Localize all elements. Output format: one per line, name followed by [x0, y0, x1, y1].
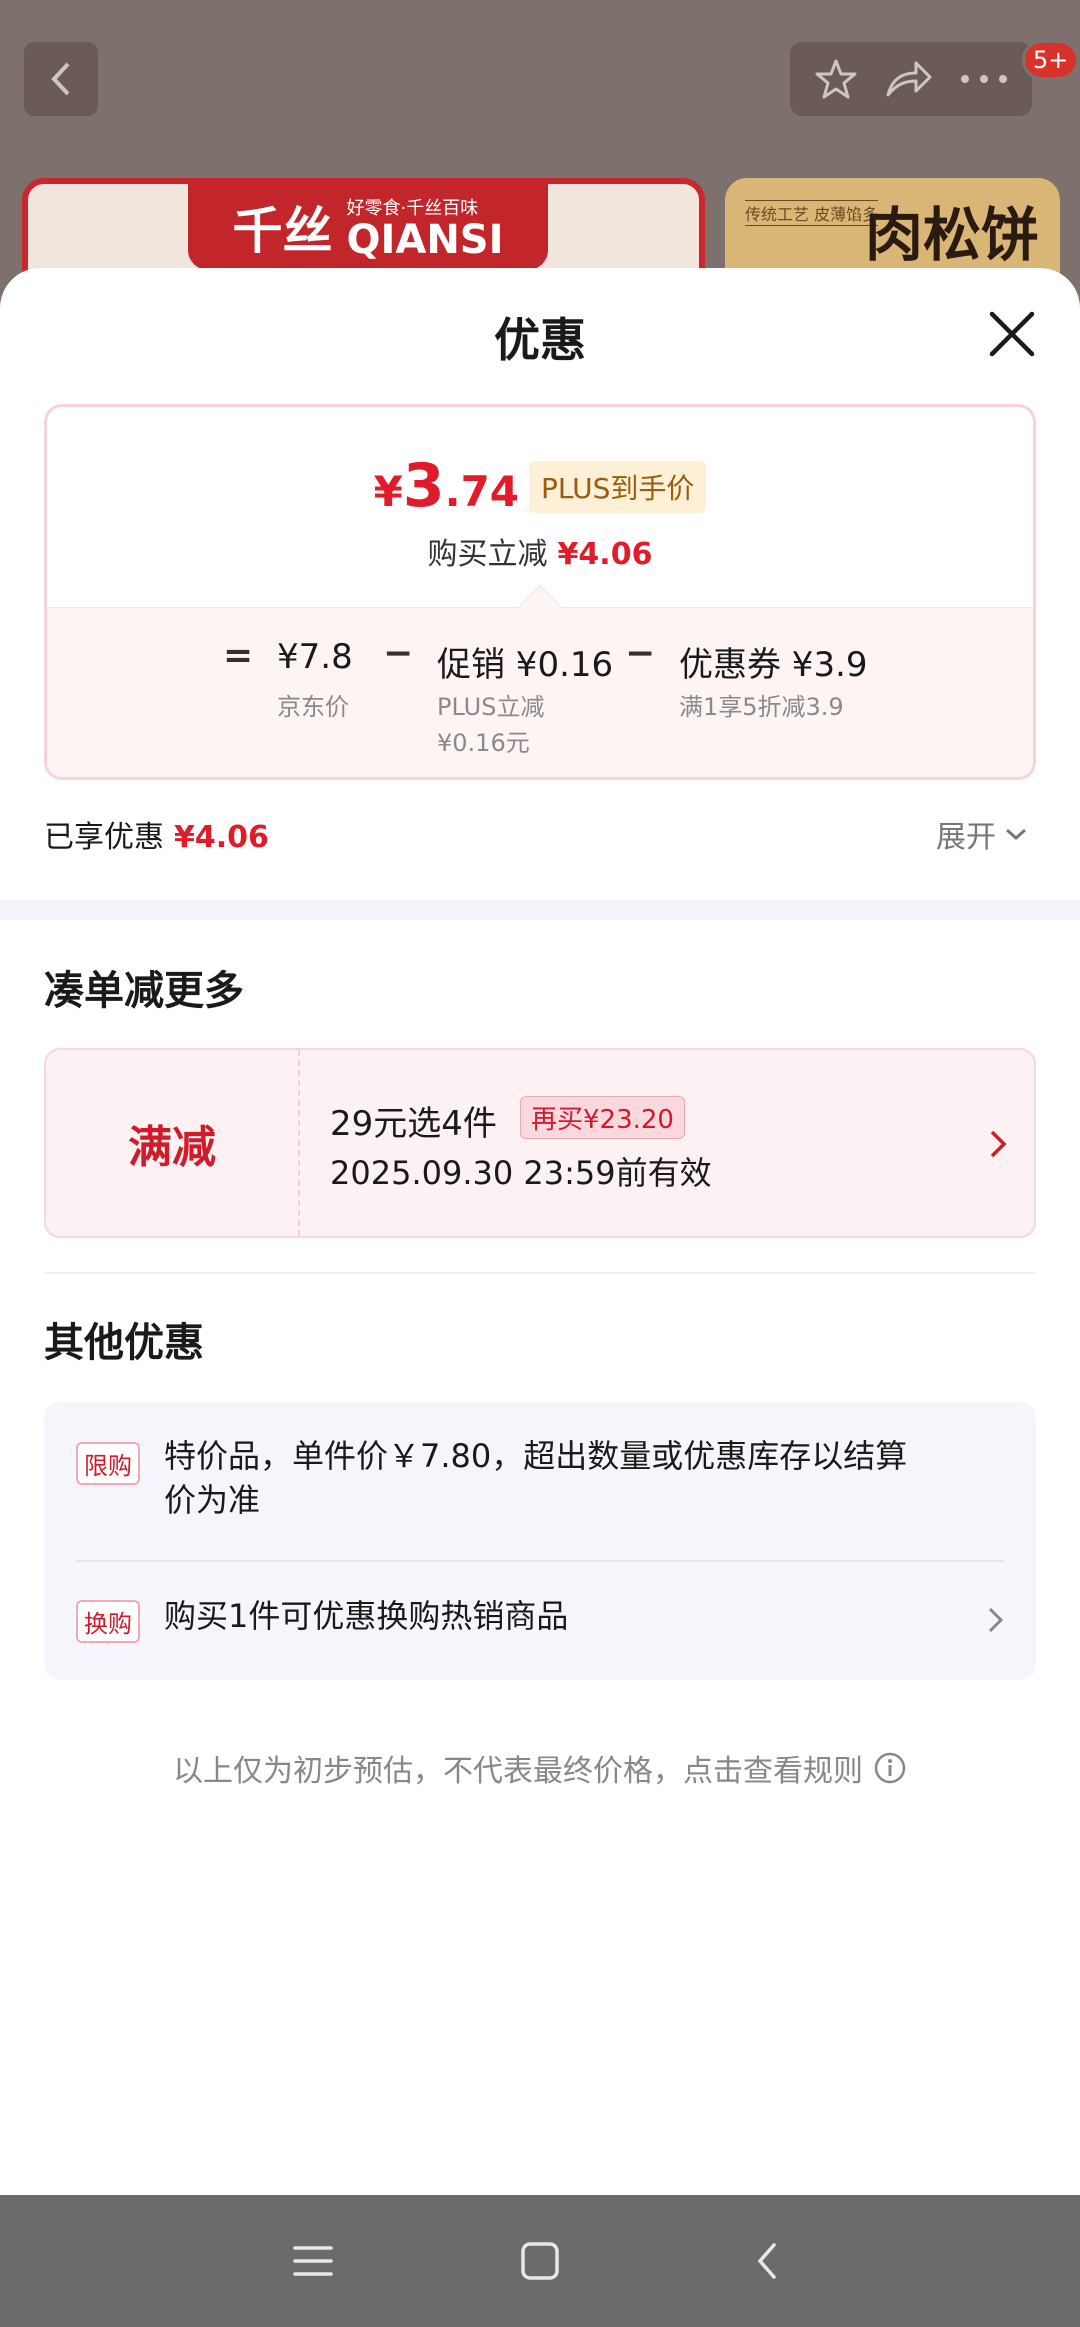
limit-purchase-tag: 限购	[76, 1442, 140, 1485]
more-discount-title: 凑单减更多	[44, 968, 244, 1014]
expand-button[interactable]: 展开	[936, 812, 1028, 856]
reduce-label: 购买立减	[427, 537, 548, 572]
chevron-down-icon	[1006, 828, 1026, 841]
instant-reduction: 购买立减 ¥4.06	[47, 529, 1033, 573]
share-icon[interactable]	[884, 57, 934, 101]
final-price-decimal: .74	[444, 467, 520, 516]
home-nav-button[interactable]	[510, 2231, 570, 2291]
product-banner-subtitle: 传统工艺 皮薄馅多	[745, 200, 879, 226]
background-page: 5+ 千丝 好零食·千丝百味 QIANSI 传统工艺 皮薄馅多 肉松饼	[0, 0, 1080, 300]
back-button[interactable]	[24, 42, 98, 116]
coupon-title: 29元选4件	[330, 1104, 497, 1144]
divider-line	[44, 1272, 1036, 1274]
price-breakdown-card: ¥3.74 PLUS到手价 购买立减 ¥4.06 = ¥7.8 京东价 − 促销 …	[44, 404, 1036, 780]
exchange-purchase-tag: 换购	[76, 1600, 140, 1643]
exchange-purchase-item[interactable]: 换购 购买1件可优惠换购热销商品	[44, 1562, 1036, 1680]
full-reduction-coupon[interactable]: 满减 29元选4件 再买¥23.20 2025.09.30 23:59前有效	[44, 1048, 1036, 1238]
system-nav-bar	[0, 2195, 1080, 2327]
final-price-row: ¥3.74 PLUS到手价	[47, 451, 1033, 521]
jd-price: ¥7.8	[277, 637, 353, 677]
home-square-icon	[521, 2242, 559, 2280]
coupon-remaining-tag: 再买¥23.20	[520, 1096, 685, 1139]
minus-sign: −	[625, 633, 656, 674]
chevron-left-icon	[51, 62, 70, 96]
rules-disclaimer[interactable]: 以上仅为初步预估，不代表最终价格，点击查看规则	[0, 1746, 1080, 1790]
product-banner-title: 肉松饼	[865, 201, 1040, 269]
coupon-validity: 2025.09.30 23:59前有效	[330, 1154, 712, 1192]
limit-purchase-text-line1: 特价品，单件价￥7.80，超出数量或优惠库存以结算	[164, 1437, 908, 1475]
brand-name-cn: 千丝	[232, 202, 333, 260]
enjoyed-discount: 已享优惠 ¥4.06	[44, 812, 269, 856]
chevron-right-icon	[988, 1607, 1004, 1633]
top-actions	[790, 42, 1032, 116]
coupon-type: 满减	[46, 1050, 300, 1236]
other-discount-list: 限购 特价品，单件价￥7.80，超出数量或优惠库存以结算 价为准 换购 购买1件…	[44, 1402, 1036, 1680]
sheet-title: 优惠	[494, 313, 586, 367]
close-button[interactable]	[984, 306, 1040, 362]
enjoyed-value: ¥4.06	[174, 820, 269, 855]
info-icon	[874, 1752, 906, 1784]
more-icon[interactable]	[959, 73, 1009, 85]
final-price: ¥3.74	[374, 451, 519, 521]
equals-sign: =	[223, 635, 254, 676]
coupon-amount: 优惠券 ¥3.9	[679, 645, 868, 685]
reduce-value: ¥4.06	[557, 537, 653, 572]
final-price-currency: ¥	[373, 467, 403, 516]
star-icon[interactable]	[813, 56, 859, 102]
disclaimer-text: 以上仅为初步预估，不代表最终价格，点击查看规则	[173, 1754, 863, 1789]
final-price-integer: 3	[402, 451, 445, 521]
limit-purchase-text-line2: 价为准	[164, 1481, 261, 1519]
promo-amount: 促销 ¥0.16	[437, 645, 614, 685]
coupon-sub-label: 满1享5折减3.9	[679, 693, 844, 721]
jd-price-label: 京东价	[277, 693, 349, 721]
expand-label: 展开	[936, 820, 996, 855]
close-icon	[989, 311, 1035, 357]
promo-sub-label: PLUS立减	[437, 693, 545, 721]
minus-sign: −	[383, 633, 414, 674]
menu-nav-button[interactable]	[283, 2231, 343, 2291]
chevron-right-icon	[990, 1130, 1007, 1158]
other-discount-title: 其他优惠	[44, 1320, 204, 1366]
discount-sheet: 优惠 ¥3.74 PLUS到手价 购买立减 ¥4.06 = ¥7.8 京东价 − …	[0, 268, 1080, 2195]
back-nav-button[interactable]	[737, 2231, 797, 2291]
message-count-badge: 5+	[1022, 40, 1080, 80]
menu-icon	[293, 2246, 334, 2276]
exchange-purchase-text: 购买1件可优惠换购热销商品	[164, 1597, 569, 1635]
brand-name-en: QIANSI	[346, 217, 504, 263]
back-icon	[757, 2243, 776, 2279]
enjoyed-label: 已享优惠	[44, 820, 164, 855]
promo-sub-value: ¥0.16元	[437, 729, 530, 757]
plus-price-tag: PLUS到手价	[529, 461, 707, 513]
section-divider	[0, 900, 1080, 920]
